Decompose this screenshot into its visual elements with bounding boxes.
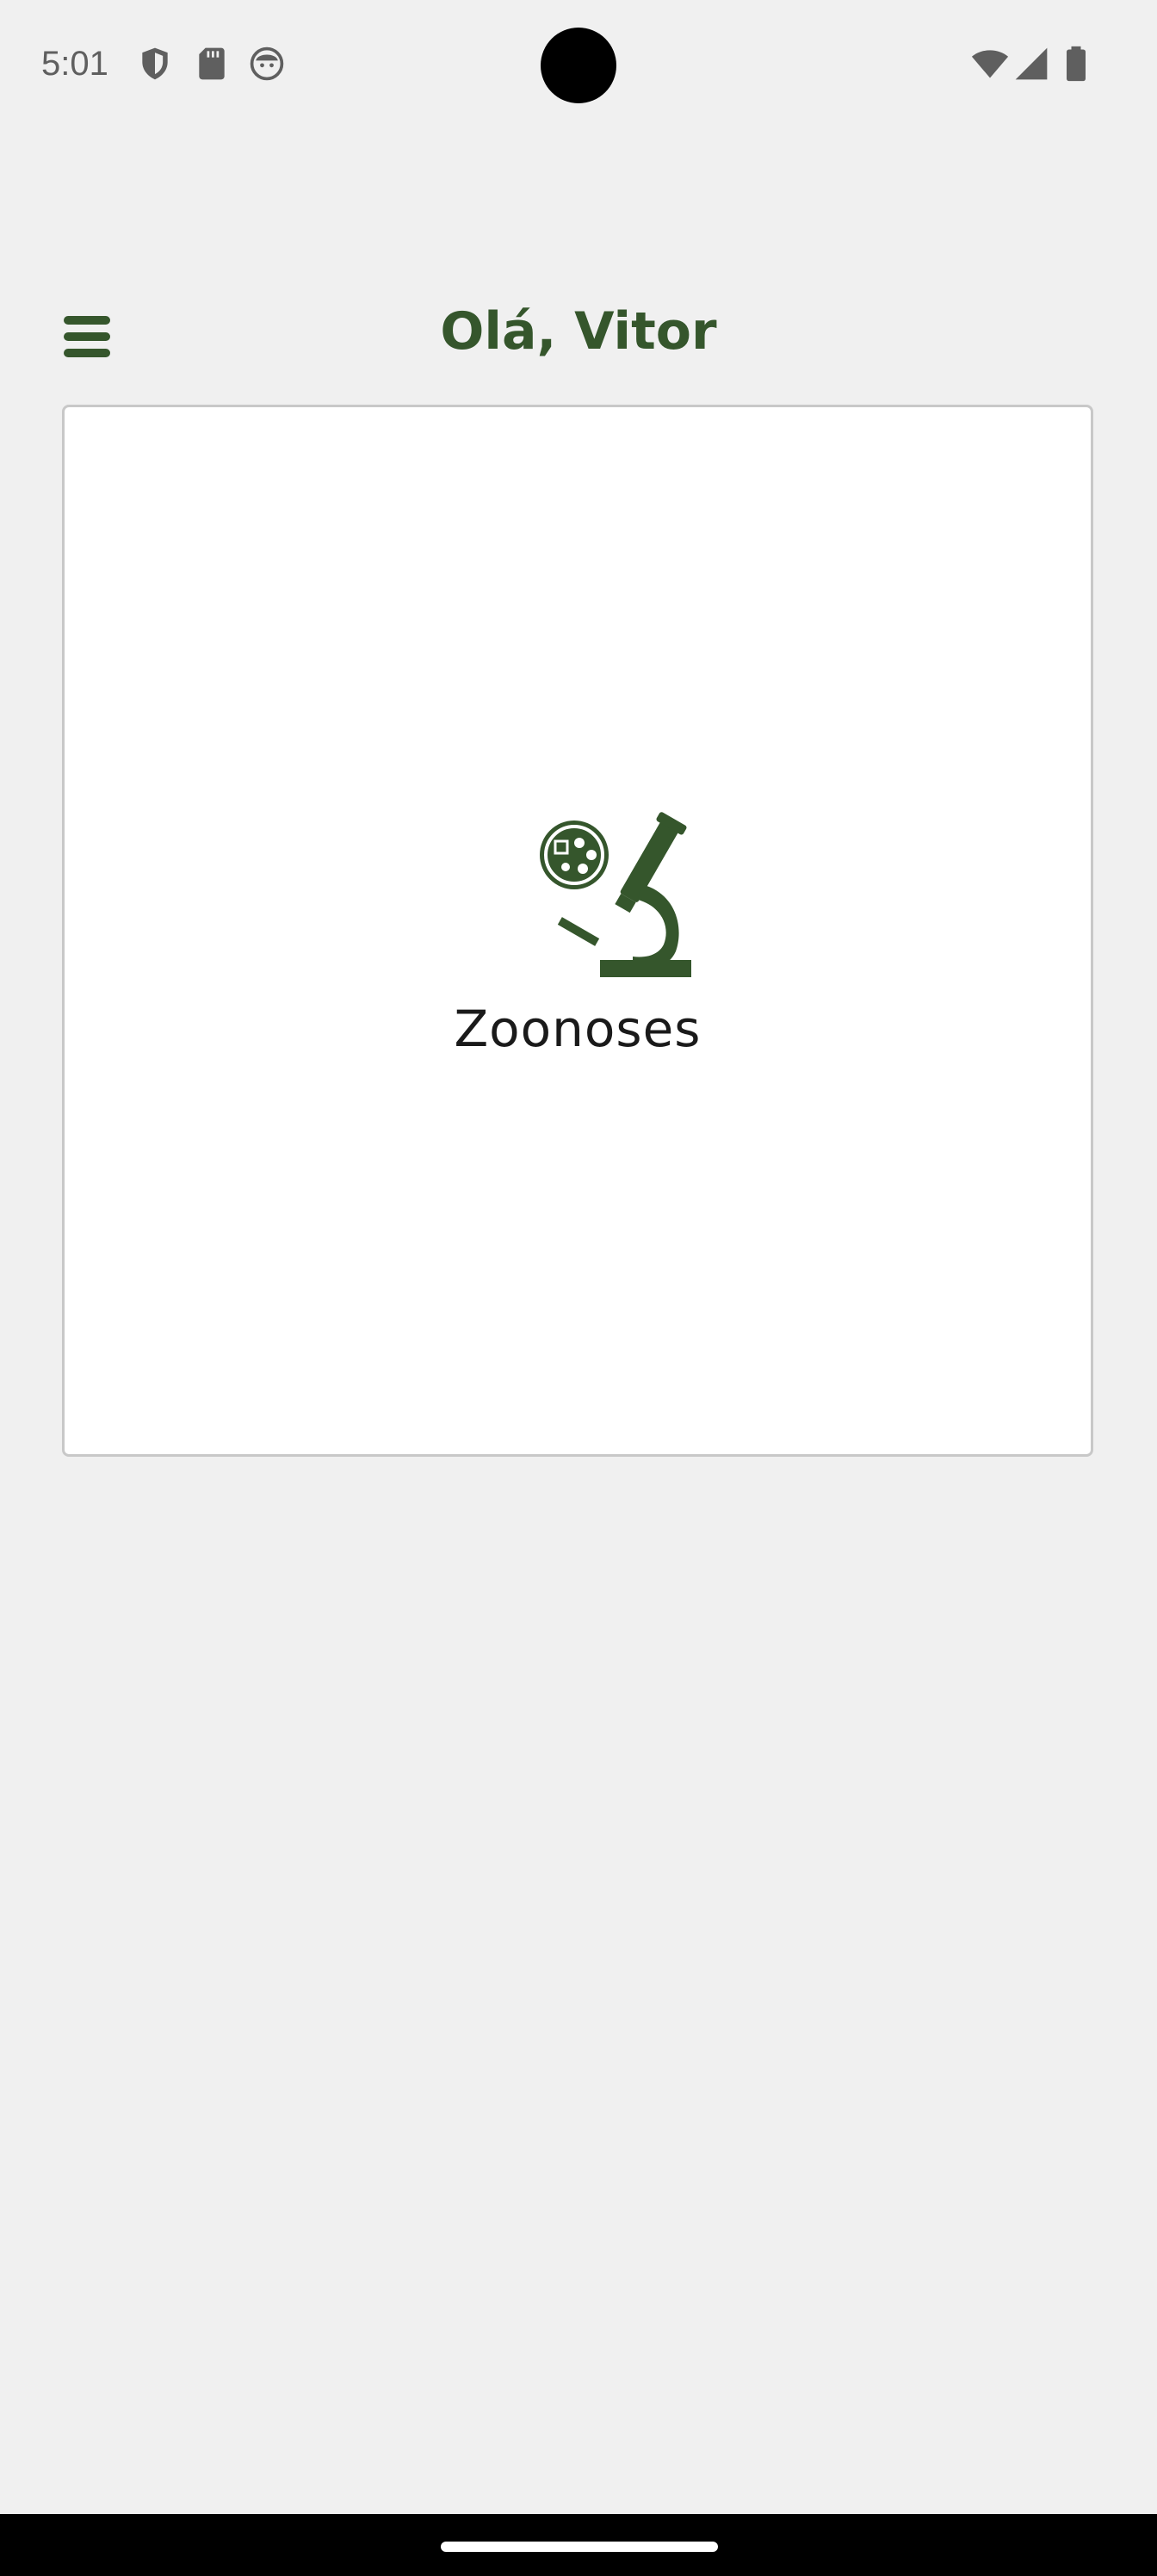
page-title: Olá, Vitor [440,301,717,362]
card-label: Zoonoses [454,1000,702,1058]
signal-icon [1012,45,1050,83]
camera-cutout [541,28,616,103]
status-bar: 5:01 [0,0,1157,129]
shield-icon [136,45,174,83]
app-header: Olá, Vitor [0,284,1157,387]
microscope-icon [504,807,727,989]
face-icon [248,45,286,83]
status-time: 5:01 [41,45,108,83]
battery-icon [1057,45,1095,83]
wifi-icon [969,45,1009,83]
navigation-bar [0,2514,1157,2576]
sd-card-icon [193,45,231,83]
home-indicator[interactable] [441,2542,718,2552]
zoonoses-card[interactable]: Zoonoses [62,405,1093,1457]
app-screen: 5:01 Olá, Vitor Zoonoses [0,0,1157,2576]
